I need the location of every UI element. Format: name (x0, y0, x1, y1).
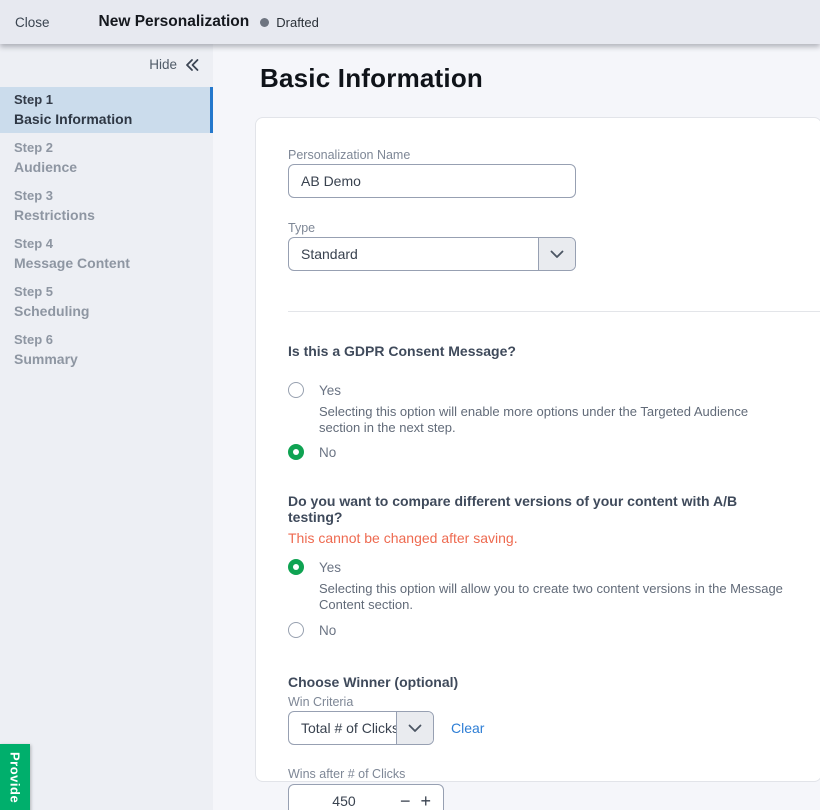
sidebar-item-step5-scheduling[interactable]: Step 5 Scheduling (0, 279, 213, 325)
status-dot-icon (260, 18, 269, 27)
ab-testing-warning: This cannot be changed after saving. (288, 530, 789, 546)
type-select-value: Standard (289, 238, 538, 270)
radio-checked-icon (288, 559, 304, 575)
sidebar-item-step3-restrictions[interactable]: Step 3 Restrictions (0, 183, 213, 229)
window-title: New Personalization (99, 13, 250, 31)
page-title: Basic Information (260, 63, 483, 94)
choose-winner-heading: Choose Winner (optional) (288, 674, 789, 690)
step-label: Message Content (14, 253, 205, 273)
personalization-name-label: Personalization Name (288, 148, 789, 163)
wins-after-clicks-label: Wins after # of Clicks (288, 767, 789, 782)
step-label: Audience (14, 157, 205, 177)
radio-unchecked-icon (288, 622, 304, 638)
chevron-down-icon (538, 238, 575, 270)
sidebar-item-step2-audience[interactable]: Step 2 Audience (0, 135, 213, 181)
step-label: Scheduling (14, 301, 205, 321)
status-badge: Drafted (276, 15, 319, 30)
step-number: Step 3 (14, 187, 205, 205)
win-criteria-select[interactable]: Total # of Clicks (288, 711, 434, 745)
step-label: Restrictions (14, 205, 205, 225)
step-label: Basic Information (14, 109, 205, 129)
step-label: Summary (14, 349, 205, 369)
step-number: Step 6 (14, 331, 205, 349)
step-number: Step 2 (14, 139, 205, 157)
sidebar-item-step4-message-content[interactable]: Step 4 Message Content (0, 231, 213, 277)
chevron-down-icon (396, 712, 433, 744)
gdpr-yes-helper-text: Selecting this option will enable more o… (319, 404, 789, 436)
sidebar-item-step6-summary[interactable]: Step 6 Summary (0, 327, 213, 373)
main-content: Basic Information Personalization Name T… (213, 44, 820, 810)
radio-label: No (319, 445, 336, 460)
gdpr-question: Is this a GDPR Consent Message? (288, 343, 789, 359)
type-select[interactable]: Standard (288, 237, 576, 271)
radio-unchecked-icon (288, 382, 304, 398)
clear-win-criteria-button[interactable]: Clear (451, 720, 484, 736)
radio-checked-icon (288, 444, 304, 460)
radio-label: Yes (319, 560, 341, 575)
radio-label: No (319, 623, 336, 638)
hide-sidebar-button[interactable]: Hide (0, 44, 213, 87)
win-criteria-label: Win Criteria (288, 695, 789, 710)
radio-label: Yes (319, 383, 341, 398)
win-criteria-select-value: Total # of Clicks (289, 712, 396, 744)
close-button[interactable]: Close (15, 15, 50, 30)
increment-button[interactable]: + (415, 792, 436, 810)
ab-testing-question: Do you want to compare different version… (288, 493, 789, 525)
ab-no-radio[interactable]: No (288, 622, 789, 638)
decrement-button[interactable]: − (395, 792, 416, 810)
wins-after-clicks-stepper: 450 − + (288, 784, 444, 810)
stepper-value[interactable]: 450 (289, 793, 395, 809)
feedback-tab-label: Provide (8, 744, 23, 810)
step-number: Step 4 (14, 235, 205, 253)
top-header-bar: Close New Personalization Drafted (0, 0, 820, 44)
type-label: Type (288, 221, 789, 236)
step-number: Step 1 (14, 91, 205, 109)
sidebar-item-step1-basic-information[interactable]: Step 1 Basic Information (0, 87, 213, 133)
ab-yes-helper-text: Selecting this option will allow you to … (319, 581, 789, 613)
steps-sidebar: Hide Step 1 Basic Information Step 2 Aud… (0, 44, 213, 810)
personalization-name-input[interactable] (288, 164, 576, 198)
basic-information-card: Personalization Name Type Standard Is th… (255, 117, 820, 782)
provide-feedback-tab[interactable]: Provide (0, 744, 30, 810)
step-number: Step 5 (14, 283, 205, 301)
ab-yes-radio[interactable]: Yes (288, 559, 789, 575)
gdpr-no-radio[interactable]: No (288, 444, 789, 460)
hide-label: Hide (149, 57, 177, 72)
double-chevron-left-icon (184, 58, 200, 72)
gdpr-yes-radio[interactable]: Yes (288, 382, 789, 398)
section-divider (288, 311, 820, 312)
